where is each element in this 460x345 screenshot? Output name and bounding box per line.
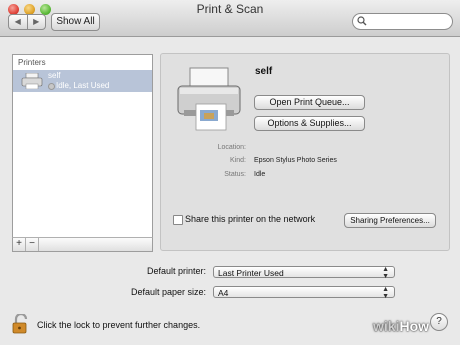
kind-label: Kind:: [230, 157, 246, 164]
wikihow-watermark: wikiHow: [373, 318, 430, 334]
location-label: Location:: [217, 144, 246, 151]
add-printer-button[interactable]: +: [13, 238, 26, 251]
printer-list-item[interactable]: self Idle, Last Used: [13, 70, 152, 92]
printer-list-item-name: self: [48, 71, 61, 80]
show-all-button[interactable]: Show All: [51, 13, 100, 31]
back-arrow-icon[interactable]: ◀: [9, 15, 28, 29]
default-paper-size-value: A4: [218, 288, 229, 298]
printers-list-header: Printers: [18, 58, 46, 67]
default-printer-value: Last Printer Used: [218, 268, 284, 278]
forward-arrow-icon[interactable]: ▶: [28, 15, 46, 29]
lock-icon[interactable]: [12, 314, 30, 334]
printer-icon: [177, 67, 241, 131]
kind-value: Epson Stylus Photo Series: [254, 157, 337, 164]
printer-list-item-status: Idle, Last Used: [56, 81, 110, 90]
printer-icon: [21, 73, 43, 89]
printers-list-footer: + −: [12, 237, 153, 252]
lock-message: Click the lock to prevent further change…: [37, 320, 201, 330]
default-printer-select[interactable]: Last Printer Used ▲ ▼: [213, 266, 395, 280]
status-label: Status:: [224, 171, 246, 178]
default-printer-label: Default printer:: [146, 266, 206, 276]
printer-detail-panel: self Open Print Queue... Options & Suppl…: [160, 53, 450, 251]
printers-list: Printers self Idle, Last Used: [12, 54, 153, 252]
updown-arrows-icon: ▲ ▼: [382, 266, 389, 280]
options-supplies-button[interactable]: Options & Supplies...: [254, 116, 365, 131]
printer-name: self: [255, 66, 273, 77]
sharing-preferences-button[interactable]: Sharing Preferences...: [344, 213, 436, 228]
remove-printer-button[interactable]: −: [26, 238, 39, 251]
search-input[interactable]: [352, 13, 453, 30]
default-paper-size-label: Default paper size:: [130, 287, 206, 297]
share-printer-label[interactable]: Share this printer on the network: [185, 214, 315, 224]
updown-arrows-icon: ▲ ▼: [382, 286, 389, 300]
search-icon: [357, 16, 367, 26]
share-printer-checkbox[interactable]: [173, 215, 183, 225]
default-paper-size-select[interactable]: A4 ▲ ▼: [213, 286, 395, 300]
help-button[interactable]: ?: [430, 313, 448, 331]
open-print-queue-button[interactable]: Open Print Queue...: [254, 95, 365, 110]
back-forward-control: ◀ ▶: [8, 14, 46, 30]
status-value: Idle: [254, 171, 266, 178]
title-bar: Print & Scan ◀ ▶ Show All: [0, 0, 460, 37]
printer-status-dot-icon: [48, 83, 55, 90]
